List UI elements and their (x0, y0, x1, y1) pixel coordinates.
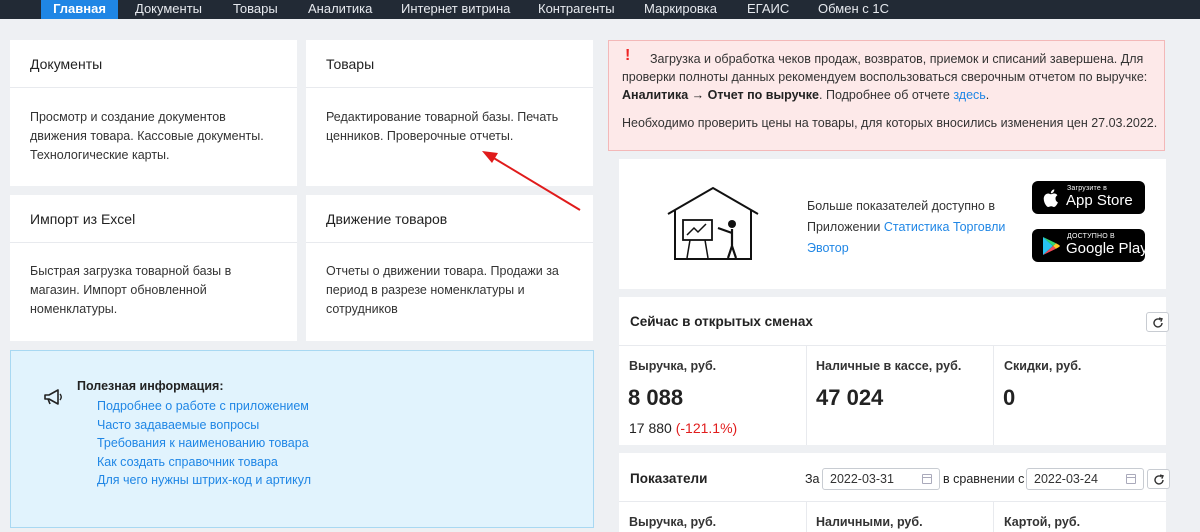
card-description: Отчеты о движении товара. Продажи за пер… (326, 264, 559, 316)
revenue-comparison: 17 880 (-121.1%) (629, 420, 738, 436)
card-description: Просмотр и создание документов движения … (30, 110, 264, 162)
divider (619, 345, 1166, 346)
app-store-caption: Загрузите в (1067, 185, 1107, 192)
card-title: Движение товаров (326, 211, 448, 227)
tab-online-store[interactable]: Интернет витрина (401, 0, 510, 19)
alert-text: Загрузка и обработка чеков продаж, возвр… (622, 52, 1148, 102)
tab-products[interactable]: Товары (233, 0, 278, 19)
tab-documents[interactable]: Документы (135, 0, 202, 19)
apple-icon (1043, 189, 1058, 207)
indicator-cash-label: Наличными, руб. (816, 515, 923, 529)
red-arrow-annotation (482, 151, 581, 211)
indicator-card-label: Картой, руб. (1004, 515, 1081, 529)
app-promo: Больше показателей доступно в Приложении… (619, 159, 1166, 289)
tab-marking[interactable]: Маркировка (644, 0, 717, 19)
top-navigation: Главная Документы Товары Аналитика Интер… (0, 0, 1200, 19)
revenue-label: Выручка, руб. (629, 359, 717, 373)
google-play-icon (1043, 237, 1060, 255)
revenue-change: (-121.1%) (675, 420, 738, 436)
column-divider (993, 345, 994, 445)
tab-main[interactable]: Главная (41, 0, 118, 19)
link-about-app[interactable]: Подробнее о работе с приложением (97, 397, 311, 416)
refresh-icon (1154, 474, 1164, 485)
alert-box: ! Загрузка и обработка чеков продаж, воз… (608, 40, 1165, 151)
card-description: Быстрая загрузка товарной базы в магазин… (30, 264, 232, 316)
tab-analytics[interactable]: Аналитика (308, 0, 372, 19)
tab-counterparties[interactable]: Контрагенты (538, 0, 615, 19)
info-title: Полезная информация: (77, 379, 224, 393)
card-title: Документы (30, 56, 103, 72)
alert-report-path: Аналитика → Отчет по выручке (622, 88, 820, 102)
open-shifts-title: Сейчас в открытых сменах (630, 314, 813, 329)
link-product-naming[interactable]: Требования к наименованию товара (97, 434, 311, 453)
date-input-compare[interactable]: 2022-03-24 (1026, 468, 1144, 490)
tab-1c-exchange[interactable]: Обмен с 1С (818, 0, 889, 19)
calendar-icon (1126, 474, 1136, 484)
card-title: Товары (326, 56, 375, 72)
card-title: Импорт из Excel (30, 211, 136, 227)
open-shifts-panel: Сейчас в открытых сменах Выручка, руб. 8… (619, 297, 1169, 445)
alert-price-notice: Необходимо проверить цены на товары, для… (622, 116, 1158, 130)
link-create-catalog[interactable]: Как создать справочник товара (97, 453, 311, 472)
refresh-button[interactable] (1147, 469, 1170, 489)
column-divider (993, 501, 994, 532)
google-play-button[interactable]: ДОСТУПНО В Google Play (1032, 229, 1148, 262)
cash-value: 47 024 (816, 385, 884, 410)
discounts-label: Скидки, руб. (1004, 359, 1082, 373)
info-links: Подробнее о работе с приложением Часто з… (97, 397, 311, 490)
card-import-excel[interactable]: Импорт из Excel Быстрая загрузка товарно… (10, 195, 297, 341)
refresh-button[interactable] (1146, 312, 1169, 332)
megaphone-icon (44, 389, 62, 405)
indicators-panel: Показатели За 2022-03-31 в сравнении с 2… (619, 453, 1170, 532)
useful-info-panel: Полезная информация: Подробнее о работе … (10, 350, 594, 528)
discounts-value: 0 (1003, 385, 1016, 410)
alert-here-link[interactable]: здесь (953, 88, 985, 102)
divider (619, 501, 1166, 502)
card-header: Документы (10, 40, 297, 88)
revenue-value: 8 088 (628, 385, 684, 410)
tab-egais[interactable]: ЕГАИС (747, 0, 789, 19)
app-store-label: App Store (1066, 192, 1133, 209)
house-presentation-icon (667, 186, 759, 260)
card-header: Товары (306, 40, 593, 88)
cash-label: Наличные в кассе, руб. (816, 359, 962, 373)
card-header: Импорт из Excel (10, 195, 297, 243)
compare-label: в сравнении с (943, 472, 1025, 486)
column-divider (806, 345, 807, 445)
google-play-label: Google Play (1066, 240, 1148, 257)
period-label: За (805, 472, 820, 486)
app-store-button[interactable]: Загрузите в App Store (1032, 181, 1145, 214)
card-description: Редактирование товарной базы. Печать цен… (326, 110, 559, 143)
refresh-icon (1153, 317, 1163, 328)
link-barcode-sku[interactable]: Для чего нужны штрих-код и артикул (97, 471, 311, 490)
card-documents[interactable]: Документы Просмотр и создание документов… (10, 40, 297, 186)
indicator-revenue-label: Выручка, руб. (629, 515, 717, 529)
google-play-caption: ДОСТУПНО В (1067, 233, 1115, 240)
column-divider (806, 501, 807, 532)
link-faq[interactable]: Часто задаваемые вопросы (97, 416, 311, 435)
indicators-title: Показатели (630, 471, 708, 486)
calendar-icon (922, 474, 932, 484)
date-input-period[interactable]: 2022-03-31 (822, 468, 940, 490)
promo-text: Больше показателей доступно в Приложении… (807, 199, 1006, 255)
